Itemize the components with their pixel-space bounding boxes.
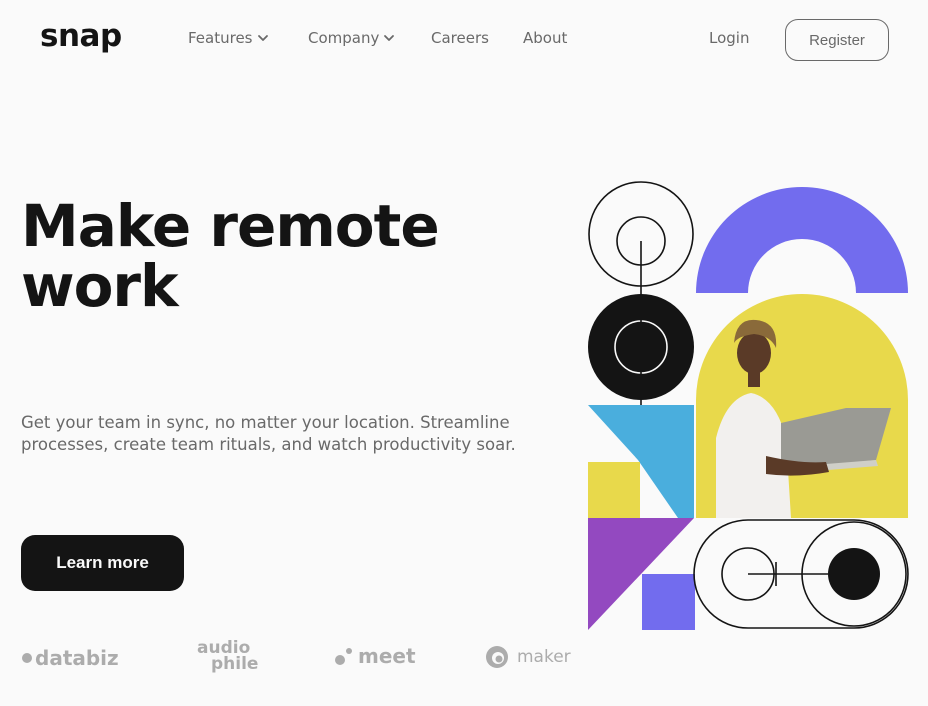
nav-careers-label: Careers	[431, 29, 489, 47]
hero-title: Make remote work	[21, 196, 541, 316]
client-logo-audiophile: audio phile	[197, 640, 259, 674]
chevron-down-icon	[257, 35, 268, 41]
client-databiz-text: databiz	[35, 646, 119, 670]
login-link[interactable]: Login	[709, 29, 749, 47]
nav-careers[interactable]: Careers	[431, 29, 489, 47]
hero-title-line1: Make remote	[21, 192, 440, 260]
purple-square	[642, 574, 695, 630]
nav-features-label: Features	[188, 29, 253, 47]
purple-arch	[696, 187, 908, 293]
dots-icon	[335, 648, 352, 665]
client-logos: databiz audio phile meet maker	[0, 640, 600, 680]
login-label: Login	[709, 29, 750, 47]
nav-company-label: Company	[308, 29, 380, 47]
maker-logo-icon	[486, 646, 508, 668]
hero-title-line2: work	[21, 252, 179, 320]
hero-description: Get your team in sync, no matter your lo…	[21, 413, 516, 454]
learn-more-button[interactable]: Learn more	[21, 535, 184, 591]
nav-company[interactable]: Company	[308, 29, 395, 47]
chevron-down-icon	[384, 35, 395, 41]
client-maker-text: maker	[517, 647, 571, 667]
client-logo-databiz: databiz	[21, 646, 119, 670]
register-button[interactable]: Register	[785, 19, 889, 61]
client-logo-meet: meet	[333, 644, 416, 668]
nav-about[interactable]: About	[523, 29, 567, 47]
nav-features[interactable]: Features	[188, 29, 269, 47]
client-meet-text: meet	[358, 644, 416, 668]
blue-triangle-small	[588, 405, 638, 460]
hero-illustration	[588, 181, 909, 630]
pill-right-filled-circle	[828, 548, 880, 600]
nav-about-label: About	[523, 29, 568, 47]
client-logo-maker: maker	[485, 644, 571, 670]
client-audiophile-bottom: phile	[211, 654, 259, 674]
yellow-square	[588, 462, 640, 518]
learn-more-label: Learn more	[56, 553, 149, 572]
register-label: Register	[809, 31, 865, 49]
dot-icon	[22, 653, 32, 663]
